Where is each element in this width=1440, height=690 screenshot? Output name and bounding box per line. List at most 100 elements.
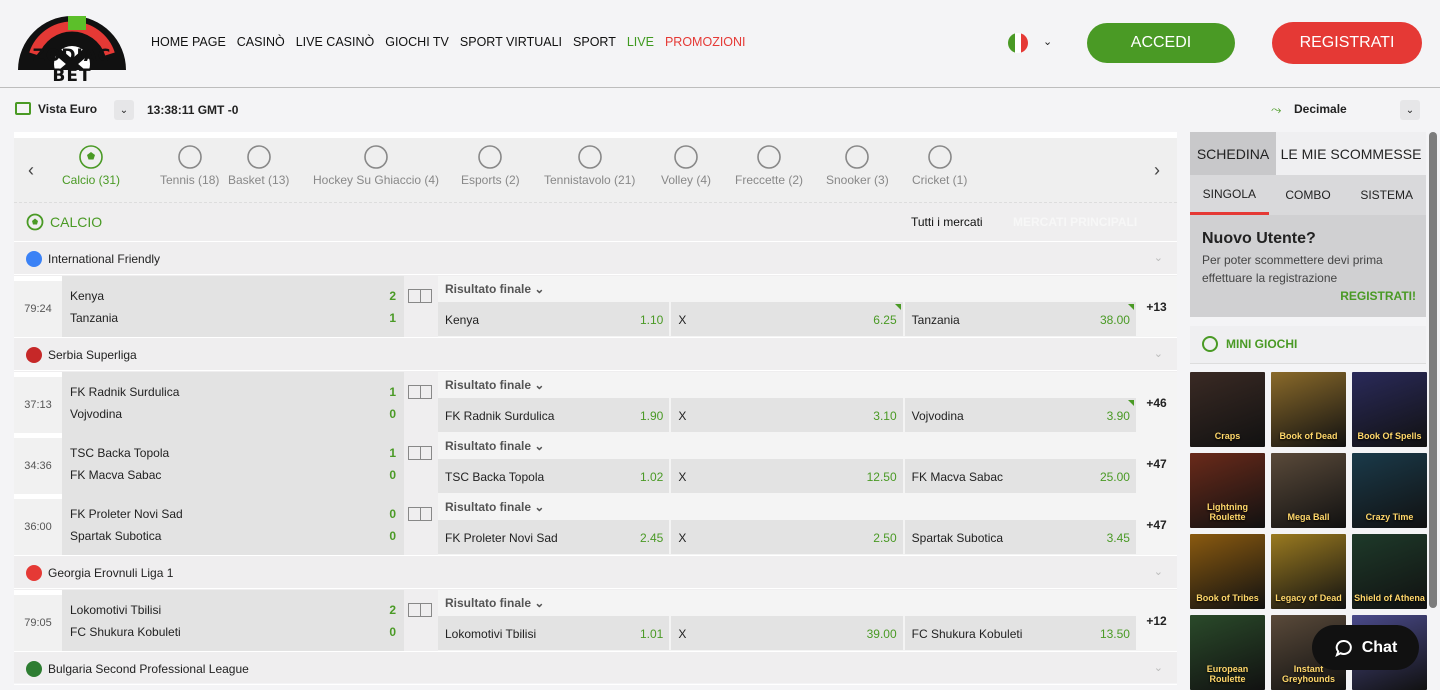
market-dropdown[interactable]: Risultato finale ⌄: [445, 439, 544, 453]
odd-draw[interactable]: X 2.50: [671, 520, 903, 554]
market: Risultato finale ⌄ FK Proleter Novi Sad 2.…: [438, 494, 1136, 555]
mini-games-header[interactable]: MINI GIOCHI: [1190, 326, 1426, 364]
odd-draw[interactable]: X 39.00: [671, 616, 903, 650]
match-time: 34:36: [14, 433, 62, 494]
market-dropdown[interactable]: Risultato finale ⌄: [445, 378, 544, 392]
carousel-next-icon[interactable]: ›: [1154, 160, 1160, 181]
odd-away[interactable]: Tanzania 38.00: [904, 302, 1136, 336]
market-dropdown[interactable]: Risultato finale ⌄: [445, 596, 544, 610]
odd-away[interactable]: FK Macva Sabac 25.00: [904, 459, 1136, 493]
match-teams[interactable]: FK Proleter Novi Sad 0 Spartak Subotica 0: [62, 494, 404, 555]
field-icon[interactable]: [408, 385, 432, 399]
tab-my-bets[interactable]: LE MIE SCOMMESSE: [1276, 132, 1426, 175]
logo[interactable]: ZODIAC BET: [16, 14, 128, 86]
sport-tab-5[interactable]: Tennistavolo (21): [544, 144, 635, 187]
mini-game-tile[interactable]: Book Of Spells: [1352, 372, 1427, 447]
odds-format-dropdown[interactable]: ⌄: [1400, 100, 1420, 120]
odd-draw[interactable]: X 6.25: [671, 302, 903, 336]
all-markets-link[interactable]: Tutti i mercati: [911, 215, 983, 229]
more-markets-button[interactable]: +12: [1136, 590, 1177, 651]
betslip: SCHEDINA LE MIE SCOMMESSE SINGOLA COMBO …: [1190, 132, 1426, 317]
chevron-down-icon[interactable]: ⌄: [1154, 251, 1163, 264]
sport-tab-3[interactable]: Hockey Su Ghiaccio (4): [313, 144, 439, 187]
chevron-down-icon[interactable]: ⌄: [1154, 347, 1163, 360]
match-teams[interactable]: Lokomotivi Tbilisi 2 FC Shukura Kobuleti 0: [62, 590, 404, 651]
field-icon[interactable]: [408, 289, 432, 303]
mini-game-tile[interactable]: Book of Dead: [1271, 372, 1346, 447]
odd-draw[interactable]: X 12.50: [671, 459, 903, 493]
sport-tab-0[interactable]: Calcio (31): [62, 144, 120, 187]
market-dropdown[interactable]: Risultato finale ⌄: [445, 500, 544, 514]
tab-sistema[interactable]: SISTEMA: [1347, 175, 1426, 215]
match-teams[interactable]: FK Radnik Surdulica 1 Vojvodina 0: [62, 372, 404, 433]
market-dropdown[interactable]: Risultato finale ⌄: [445, 282, 544, 296]
sport-tab-2[interactable]: Basket (13): [228, 144, 289, 187]
match-teams[interactable]: TSC Backa Topola 1 FK Macva Sabac 0: [62, 433, 404, 494]
nav-home[interactable]: HOME PAGE: [151, 35, 226, 49]
nav-casino[interactable]: CASINÒ: [237, 35, 285, 49]
mini-game-tile[interactable]: Shield of Athena: [1352, 534, 1427, 609]
chevron-down-icon[interactable]: ⌄: [1154, 661, 1163, 674]
odd-home[interactable]: FK Radnik Surdulica 1.90: [438, 398, 670, 432]
mini-game-tile[interactable]: Craps: [1190, 372, 1265, 447]
game-title: Book Of Spells: [1357, 431, 1422, 441]
odds-format-label: Decimale: [1294, 102, 1347, 116]
mini-game-tile[interactable]: Book of Tribes: [1190, 534, 1265, 609]
odd-draw[interactable]: X 3.10: [671, 398, 903, 432]
match-teams[interactable]: Kenya 2 Tanzania 1: [62, 276, 404, 337]
register-button[interactable]: REGISTRATI: [1272, 22, 1422, 64]
nav-live[interactable]: LIVE: [627, 35, 654, 49]
scrollbar[interactable]: [1429, 132, 1437, 608]
nav-live-casino[interactable]: LIVE CASINÒ: [296, 35, 375, 49]
nav-promozioni[interactable]: PROMOZIONI: [665, 35, 746, 49]
league-header[interactable]: International Friendly ⌄: [14, 241, 1177, 275]
register-link[interactable]: REGISTRATI!: [1340, 289, 1416, 303]
nav-giochi-tv[interactable]: GIOCHI TV: [385, 35, 449, 49]
odd-away[interactable]: FC Shukura Kobuleti 13.50: [904, 616, 1136, 650]
sport-tab-6[interactable]: Volley (4): [661, 144, 711, 187]
more-markets-button[interactable]: +47: [1136, 494, 1177, 555]
league-header[interactable]: Bulgaria Second Professional League ⌄: [14, 651, 1177, 685]
match-time: 37:13: [14, 372, 62, 433]
match-row: 36:00 FK Proleter Novi Sad 0 Spartak Suboti…: [14, 494, 1177, 555]
league-header[interactable]: Georgia Erovnuli Liga 1 ⌄: [14, 555, 1177, 589]
away-score: 1: [389, 311, 396, 325]
login-button[interactable]: ACCEDI: [1087, 23, 1235, 63]
mini-game-tile[interactable]: Lightning Roulette: [1190, 453, 1265, 528]
mini-game-tile[interactable]: European Roulette: [1190, 615, 1265, 690]
league-header[interactable]: Serbia Superliga ⌄: [14, 337, 1177, 371]
nav-sport-virtuali[interactable]: SPORT VIRTUALI: [460, 35, 562, 49]
chat-button[interactable]: Chat: [1312, 625, 1419, 670]
sport-tab-8[interactable]: Snooker (3): [826, 144, 889, 187]
sport-tab-4[interactable]: Esports (2): [461, 144, 520, 187]
field-icon[interactable]: [408, 507, 432, 521]
view-dropdown[interactable]: ⌄: [114, 100, 134, 120]
chevron-down-icon[interactable]: ⌄: [1154, 565, 1163, 578]
sport-tab-7[interactable]: Freccette (2): [735, 144, 803, 187]
tab-singola[interactable]: SINGOLA: [1190, 175, 1269, 215]
mini-game-tile[interactable]: Legacy of Dead: [1271, 534, 1346, 609]
carousel-prev-icon[interactable]: ‹: [28, 160, 34, 181]
nav-sport[interactable]: SPORT: [573, 35, 616, 49]
chevron-down-icon[interactable]: ⌄: [1043, 35, 1052, 48]
odd-home[interactable]: Lokomotivi Tbilisi 1.01: [438, 616, 670, 650]
tab-combo[interactable]: COMBO: [1269, 175, 1348, 215]
main-markets-dropdown[interactable]: MERCATI PRINCIPALI: [1013, 215, 1137, 229]
odd-home[interactable]: TSC Backa Topola 1.02: [438, 459, 670, 493]
odd-away[interactable]: Vojvodina 3.90: [904, 398, 1136, 432]
more-markets-button[interactable]: +47: [1136, 433, 1177, 494]
sport-label: Cricket (1): [912, 173, 968, 187]
odd-home[interactable]: Kenya 1.10: [438, 302, 670, 336]
field-icon[interactable]: [408, 446, 432, 460]
more-markets-button[interactable]: +46: [1136, 372, 1177, 433]
odd-away[interactable]: Spartak Subotica 3.45: [904, 520, 1136, 554]
odd-home[interactable]: FK Proleter Novi Sad 2.45: [438, 520, 670, 554]
mini-game-tile[interactable]: Mega Ball: [1271, 453, 1346, 528]
sport-tab-1[interactable]: Tennis (18): [160, 144, 219, 187]
field-icon[interactable]: [408, 603, 432, 617]
mini-game-tile[interactable]: Crazy Time: [1352, 453, 1427, 528]
more-markets-button[interactable]: +13: [1136, 276, 1177, 337]
tab-schedina[interactable]: SCHEDINA: [1190, 132, 1276, 175]
italy-flag-icon[interactable]: [1008, 33, 1028, 53]
sport-tab-9[interactable]: Cricket (1): [912, 144, 967, 187]
